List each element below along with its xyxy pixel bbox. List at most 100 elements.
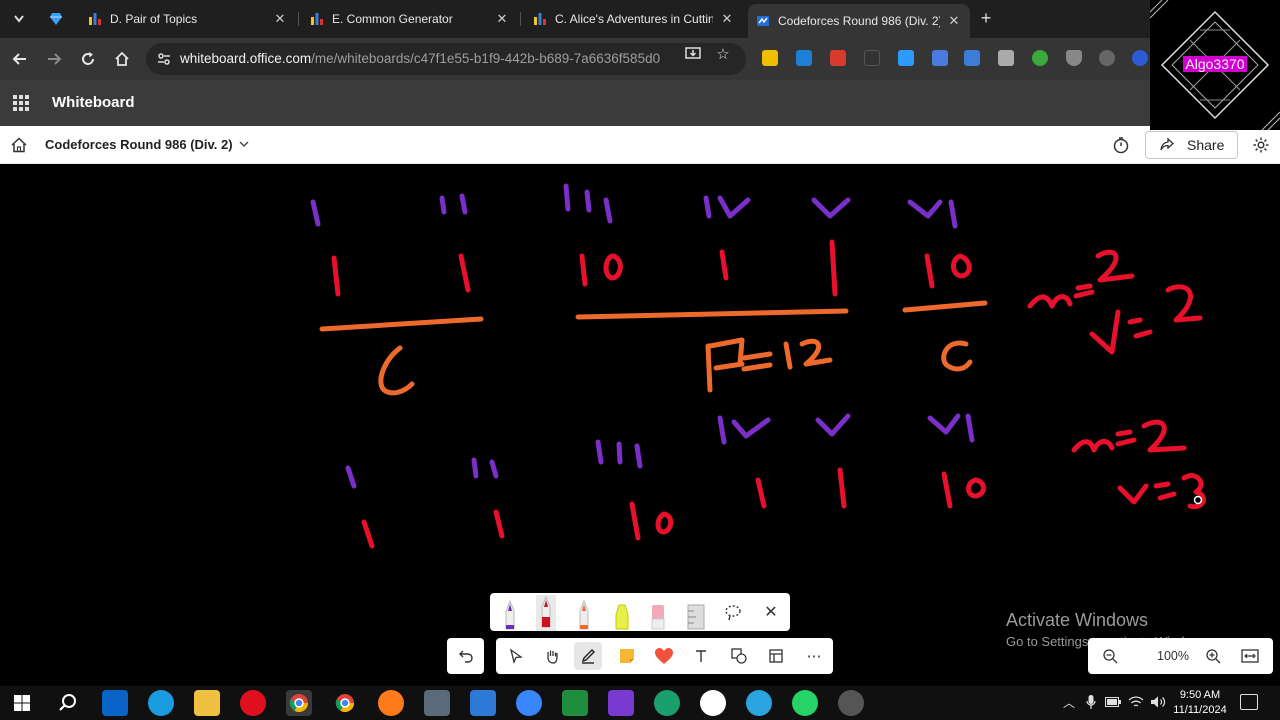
- whatsapp-icon[interactable]: [792, 690, 818, 716]
- cursor-indicator: [1193, 495, 1203, 505]
- browser-tab-active[interactable]: Codeforces Round 986 (Div. 2) ✕: [748, 4, 970, 38]
- templates-icon[interactable]: [762, 642, 790, 670]
- ink-note-1: [1027, 249, 1203, 355]
- app-icon[interactable]: [654, 690, 680, 716]
- eraser-icon[interactable]: [644, 593, 672, 631]
- zoom-level[interactable]: 100%: [1148, 649, 1198, 663]
- app-launcher-icon[interactable]: [13, 95, 29, 111]
- home-browser-icon[interactable]: [111, 48, 133, 70]
- bar-chart-icon: [311, 13, 323, 25]
- pinned-tab-gem-icon[interactable]: [42, 6, 70, 32]
- chevron-down-icon[interactable]: [237, 137, 251, 151]
- tab-title: E. Common Generator: [332, 12, 453, 26]
- file-explorer-icon[interactable]: [194, 690, 220, 716]
- volume-icon[interactable]: [1150, 694, 1166, 710]
- chrome-icon[interactable]: [286, 690, 312, 716]
- browser-tab[interactable]: E. Common Generator ✕: [302, 4, 518, 34]
- battery-icon[interactable]: [1105, 694, 1121, 710]
- timer-icon[interactable]: [1112, 136, 1130, 154]
- pen-tool-icon[interactable]: [574, 642, 602, 670]
- extension-icon[interactable]: [964, 50, 980, 66]
- wifi-icon[interactable]: [1128, 694, 1144, 710]
- pen-purple-icon[interactable]: [496, 593, 524, 631]
- pen-palette: ✕: [490, 593, 790, 631]
- firefox-icon[interactable]: [378, 690, 404, 716]
- bar-chart-icon: [89, 13, 101, 25]
- tab-search-chevron-icon[interactable]: [8, 8, 30, 30]
- ink-bottom-values: [361, 467, 986, 549]
- board-title[interactable]: Codeforces Round 986 (Div. 2): [45, 137, 233, 152]
- back-icon[interactable]: [9, 48, 31, 70]
- search-icon[interactable]: [55, 690, 81, 716]
- zoom-in-icon[interactable]: [1203, 646, 1223, 666]
- extension-icon[interactable]: [1099, 50, 1115, 66]
- install-app-icon[interactable]: [684, 45, 702, 63]
- notepad-icon[interactable]: [562, 690, 588, 716]
- new-tab-icon[interactable]: +: [976, 8, 996, 28]
- forward-icon[interactable]: [43, 48, 65, 70]
- shapes-icon[interactable]: [725, 642, 753, 670]
- system-clock[interactable]: 9:50 AM 11/11/2024: [1168, 688, 1232, 718]
- reactions-heart-icon[interactable]: [650, 642, 678, 670]
- outlook-icon[interactable]: [102, 690, 128, 716]
- ruler-icon[interactable]: [682, 593, 710, 631]
- select-pointer-icon[interactable]: [502, 642, 530, 670]
- app-icon[interactable]: [700, 690, 726, 716]
- sticky-note-icon[interactable]: [613, 642, 641, 670]
- ink-top-values: [331, 239, 972, 297]
- visual-studio-icon[interactable]: [608, 690, 634, 716]
- obs-icon[interactable]: [838, 690, 864, 716]
- close-icon[interactable]: ✕: [760, 601, 782, 623]
- zoom-out-icon[interactable]: [1100, 646, 1120, 666]
- url-path: /me/whiteboards/c47f1e55-b1f9-442b-b689-…: [311, 51, 661, 66]
- opera-icon[interactable]: [240, 690, 266, 716]
- address-bar[interactable]: whiteboard.office.com/me/whiteboards/c47…: [146, 43, 746, 75]
- todo-icon[interactable]: [516, 690, 542, 716]
- browser-tab[interactable]: D. Pair of Topics ✕: [80, 4, 296, 34]
- highlighter-icon[interactable]: [608, 593, 636, 631]
- reload-icon[interactable]: [77, 48, 99, 70]
- home-icon[interactable]: [10, 136, 28, 154]
- close-tab-icon[interactable]: ✕: [494, 11, 510, 27]
- extension-icon[interactable]: [932, 50, 948, 66]
- extension-icon[interactable]: [830, 50, 846, 66]
- app-icon[interactable]: [470, 690, 496, 716]
- extension-icon[interactable]: [998, 50, 1014, 66]
- pen-red-icon[interactable]: [532, 593, 560, 631]
- notification-center-icon[interactable]: [1240, 694, 1258, 710]
- extension-icon[interactable]: [796, 50, 812, 66]
- extension-icon[interactable]: [898, 50, 914, 66]
- site-info-icon[interactable]: [156, 51, 172, 67]
- clock-time: 9:50 AM: [1179, 689, 1221, 701]
- microphone-icon[interactable]: [1083, 694, 1099, 710]
- windows-start-icon[interactable]: [9, 690, 35, 716]
- app-header: Whiteboard: [0, 80, 1280, 126]
- close-tab-icon[interactable]: ✕: [946, 13, 962, 29]
- browser-tab[interactable]: C. Alice's Adventures in Cutting ✕: [525, 4, 743, 34]
- undo-button[interactable]: [447, 638, 484, 674]
- extension-icon[interactable]: [762, 50, 778, 66]
- gear-icon[interactable]: [1252, 136, 1270, 154]
- undo-icon: [458, 650, 473, 663]
- more-options-icon[interactable]: ⋯: [800, 642, 828, 670]
- settings-app-icon[interactable]: [424, 690, 450, 716]
- extension-icon[interactable]: [1066, 50, 1082, 66]
- pan-hand-icon[interactable]: [538, 642, 566, 670]
- close-tab-icon[interactable]: ✕: [719, 11, 735, 27]
- bookmark-star-icon[interactable]: ☆: [714, 45, 732, 63]
- chrome-icon[interactable]: [332, 690, 358, 716]
- pen-orange-icon[interactable]: [570, 593, 598, 631]
- share-button[interactable]: Share: [1145, 131, 1238, 159]
- fit-to-screen-icon[interactable]: [1240, 646, 1260, 666]
- clock-date: 11/11/2024: [1173, 704, 1227, 716]
- lasso-icon[interactable]: [722, 601, 744, 623]
- extension-icon[interactable]: [864, 50, 880, 66]
- edge-icon[interactable]: [148, 690, 174, 716]
- text-tool-icon[interactable]: [687, 642, 715, 670]
- close-tab-icon[interactable]: ✕: [272, 11, 288, 27]
- extension-icon[interactable]: [1032, 50, 1048, 66]
- main-toolbar: ⋯: [496, 638, 833, 674]
- telegram-icon[interactable]: [746, 690, 772, 716]
- show-hidden-icons-icon[interactable]: ︿: [1061, 694, 1077, 710]
- extension-icon[interactable]: [1132, 50, 1148, 66]
